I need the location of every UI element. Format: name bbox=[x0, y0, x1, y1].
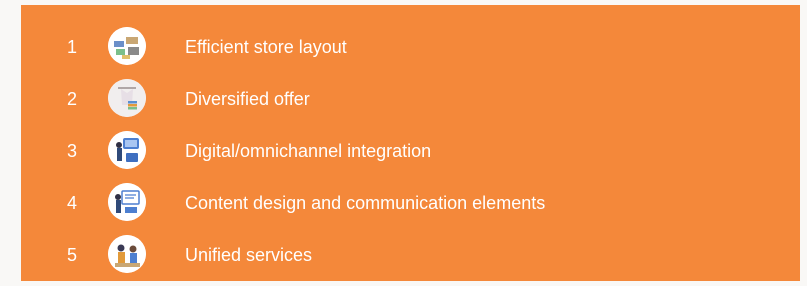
item-number: 4 bbox=[67, 193, 78, 213]
item-number: 5 bbox=[67, 245, 78, 265]
list-item: 2 Diversified offer bbox=[21, 74, 800, 124]
item-number: 1 bbox=[67, 37, 78, 57]
item-number: 3 bbox=[67, 141, 78, 161]
omnichannel-icon bbox=[108, 131, 146, 169]
list-item: 4 Content design and communication eleme… bbox=[21, 178, 800, 228]
item-label: Content design and communication element… bbox=[185, 193, 546, 213]
list-item: 1 Efficient store layout bbox=[21, 22, 800, 72]
list-item: 3 Digital/omnichannel integration bbox=[21, 126, 800, 176]
presentation-board-icon bbox=[108, 183, 146, 221]
item-label: Efficient store layout bbox=[185, 37, 347, 57]
store-layout-icon bbox=[108, 27, 146, 65]
customer-service-icon bbox=[108, 235, 146, 273]
clothing-rack-icon bbox=[108, 79, 146, 117]
item-number: 2 bbox=[67, 89, 78, 109]
list-item: 5 Unified services bbox=[21, 230, 800, 280]
item-label: Digital/omnichannel integration bbox=[185, 141, 432, 161]
item-label: Diversified offer bbox=[185, 89, 310, 109]
list-panel: 1 Efficient store layout 2 Diversified o… bbox=[21, 5, 800, 281]
item-label: Unified services bbox=[185, 245, 313, 265]
